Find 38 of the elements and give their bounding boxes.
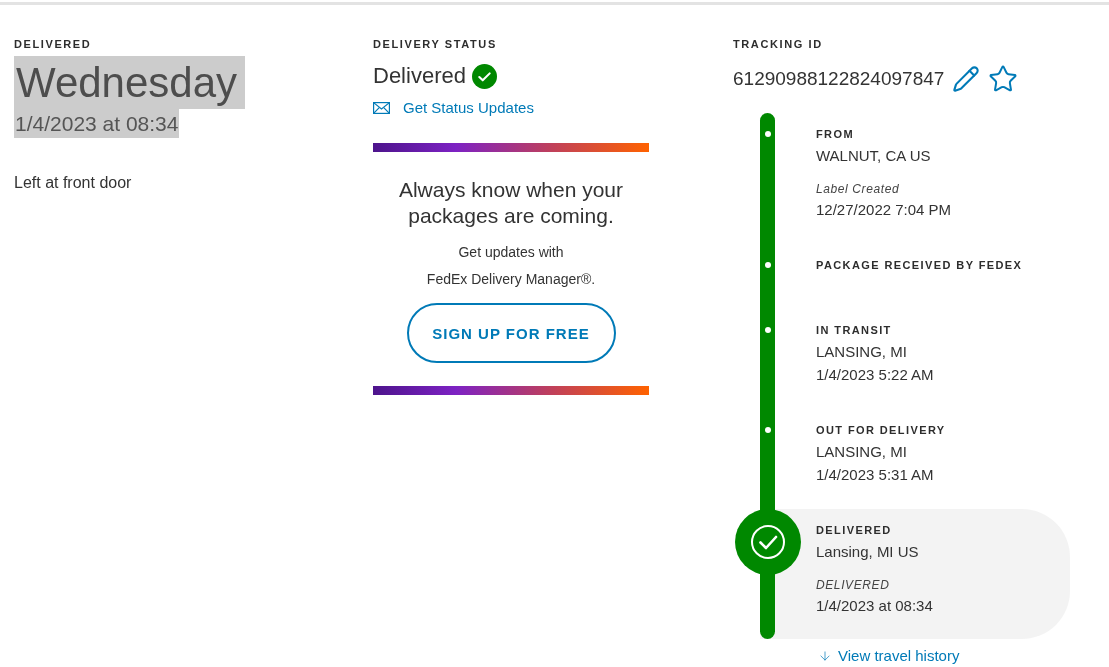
event-title: DELIVERED (816, 523, 892, 538)
promo-headline: Always know when your packages are coming. (397, 177, 625, 229)
event-note: DELIVERED (816, 577, 890, 594)
mail-icon (373, 102, 390, 114)
timeline-dot (764, 427, 771, 433)
event-location: Lansing, MI US (816, 542, 919, 562)
section-label: DELIVERED (14, 37, 92, 51)
tracking-number: 61290988122824097847 (733, 67, 945, 91)
event-title: PACKAGE RECEIVED BY FEDEX (816, 258, 1023, 273)
travel-history-link[interactable]: View travel history (838, 647, 960, 665)
event-time: 1/4/2023 5:31 AM (816, 465, 934, 485)
pencil-icon[interactable] (952, 65, 981, 93)
arrow-down-icon (818, 649, 832, 663)
promo-text: Get updates with FedEx Delivery Manager®. (426, 243, 596, 289)
event-title: IN TRANSIT (816, 323, 892, 338)
event-location: WALNUT, CA US (816, 146, 931, 166)
event-note: Label Created (816, 181, 900, 198)
event-location: LANSING, MI (816, 342, 907, 362)
event-time: 12/27/2022 7:04 PM (816, 200, 952, 220)
section-label: TRACKING ID (733, 37, 823, 51)
timeline-dot (764, 131, 771, 137)
event-title: FROM (816, 127, 854, 142)
event-time: 1/4/2023 5:22 AM (816, 365, 934, 385)
timeline-dot (764, 327, 771, 333)
sign-up-button[interactable]: SIGN UP FOR FREE (406, 303, 616, 363)
event-location: LANSING, MI (816, 442, 907, 462)
star-icon[interactable] (988, 64, 1019, 94)
delivery-day: Wednesday (14, 56, 246, 109)
event-title: OUT FOR DELIVERY (816, 423, 946, 438)
status-updates-link[interactable]: Get Status Updates (403, 99, 534, 117)
delivery-note: Left at front door (14, 173, 132, 193)
timeline-dot (764, 262, 771, 268)
check-icon (471, 63, 497, 89)
check-circle-icon (734, 509, 801, 575)
delivery-datetime: 1/4/2023 at 08:34 (14, 109, 180, 138)
status-value: Delivered (373, 62, 466, 90)
section-label: DELIVERY STATUS (373, 37, 497, 51)
event-time: 1/4/2023 at 08:34 (816, 596, 933, 616)
